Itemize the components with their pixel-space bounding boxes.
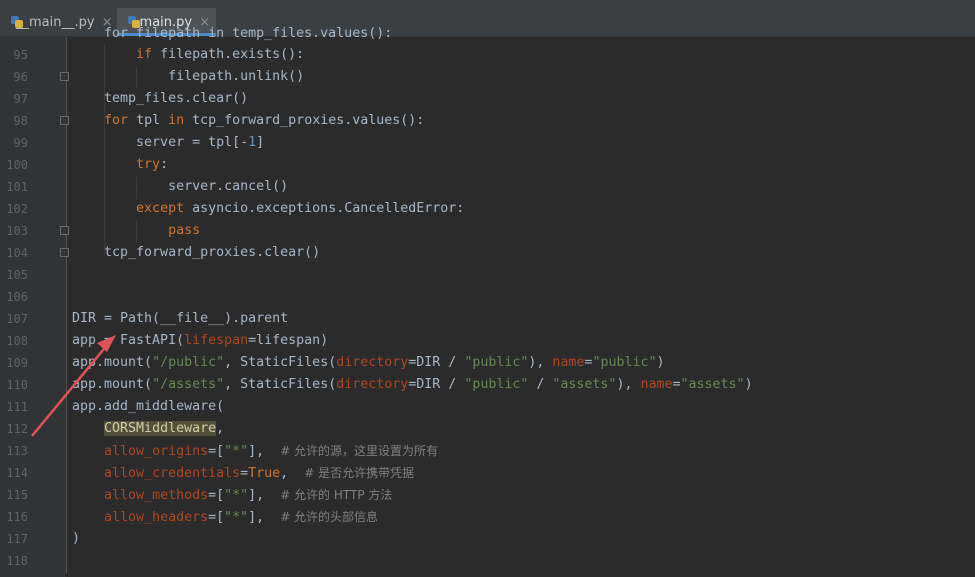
arrow-line: [31, 343, 109, 437]
arrow-head: [97, 335, 116, 352]
annotation-arrow: [31, 335, 116, 437]
